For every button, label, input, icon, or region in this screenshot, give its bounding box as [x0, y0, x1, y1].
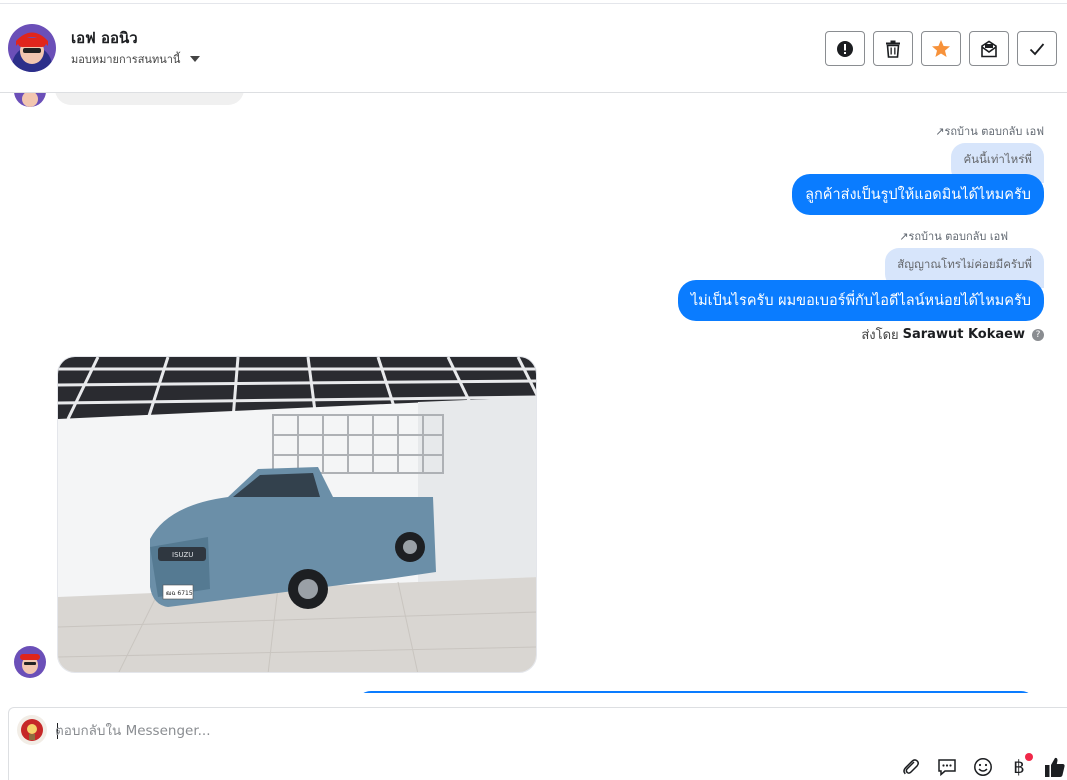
delete-button[interactable]: [873, 31, 913, 66]
conversation-header: เอฟ ออนิว มอบหมายการสนทนานี้: [0, 4, 1067, 93]
license-plate: ฒฉ 6715: [166, 590, 193, 597]
attach-button[interactable]: [899, 755, 923, 779]
outgoing-message-bubble[interactable]: [356, 691, 1036, 693]
reply-note: ↗รถบ้าน ตอบกลับ เอฟ: [899, 230, 1008, 243]
contact-avatar[interactable]: [8, 24, 56, 72]
image-attachment[interactable]: ISUZU ฒฉ 6715: [57, 356, 537, 673]
saved-replies-button[interactable]: [935, 755, 959, 779]
spam-icon: [837, 40, 853, 57]
star-icon: [932, 39, 950, 57]
mark-unread-button[interactable]: [969, 31, 1009, 66]
emoji-icon: [974, 758, 992, 776]
mark-spam-button[interactable]: [825, 31, 865, 66]
message-thread[interactable]: ↗รถบ้าน ตอบกลับ เอฟ คันนี้เท่าไหร่พี่ ลู…: [0, 93, 1067, 693]
sent-by-label: ส่งโดย Sarawut Kokaew ?: [861, 324, 1044, 345]
star-button[interactable]: [921, 31, 961, 66]
incoming-message-bubble: [55, 93, 244, 105]
reply-composer: ฿: [8, 707, 1067, 780]
mark-unread-icon: [981, 40, 997, 57]
assign-conversation-dropdown[interactable]: มอบหมายการสนทนานี้: [71, 50, 201, 68]
currency-icon: ฿: [1013, 756, 1025, 778]
contact-name[interactable]: เอฟ ออนิว: [71, 26, 138, 50]
mark-done-button[interactable]: [1017, 31, 1057, 66]
attach-icon: [903, 759, 919, 775]
saved-reply-icon: [938, 759, 956, 777]
outgoing-message-bubble[interactable]: ไม่เป็นไรครับ ผมขอเบอร์พี่กับไอดีไลน์หน่…: [677, 280, 1044, 321]
page-avatar: [17, 715, 47, 745]
reply-input[interactable]: [55, 721, 955, 741]
payment-button[interactable]: ฿: [1007, 753, 1033, 779]
chevron-down-icon: [190, 56, 201, 62]
assign-label: มอบหมายการสนทนานี้: [71, 53, 181, 66]
reply-note: ↗รถบ้าน ตอบกลับ เอฟ: [935, 125, 1044, 138]
like-button[interactable]: [1043, 755, 1067, 779]
like-icon: [1045, 757, 1065, 777]
check-icon: [1029, 42, 1045, 55]
vehicle-brand: ISUZU: [172, 551, 193, 559]
emoji-button[interactable]: [971, 755, 995, 779]
sender-name: Sarawut Kokaew: [902, 327, 1025, 342]
outgoing-message-bubble[interactable]: ลูกค้าส่งเป็นรูปให้แอดมินได้ไหมครับ: [792, 174, 1044, 215]
help-icon[interactable]: ?: [1032, 328, 1044, 341]
notification-dot: [1025, 753, 1033, 761]
customer-avatar: [14, 646, 46, 678]
customer-avatar: [14, 93, 46, 107]
trash-icon: [886, 40, 900, 58]
